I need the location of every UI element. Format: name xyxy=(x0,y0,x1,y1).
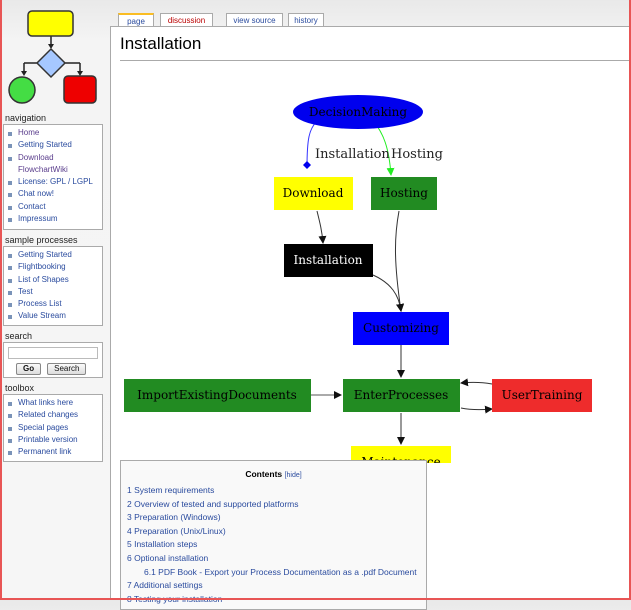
content-area: Installation Installation Hosting Decisi… xyxy=(110,26,629,610)
svg-text:Download: Download xyxy=(283,186,344,200)
toc-subitem[interactable]: 6.1 PDF Book - Export your Process Docum… xyxy=(127,566,426,580)
svg-text:Hosting: Hosting xyxy=(380,186,428,200)
table-of-contents: Contents [hide] 1 System requirements 2 … xyxy=(120,460,427,610)
toc-item[interactable]: 1 System requirements xyxy=(127,484,426,498)
toc-item[interactable]: 5 Installation steps xyxy=(127,538,426,552)
nav-getting-started-link[interactable]: Getting Started xyxy=(4,139,102,151)
node-import-existing-documents[interactable]: ImportExistingDocuments xyxy=(124,379,311,412)
logo-yellow-box xyxy=(27,10,74,37)
toc-item[interactable]: 7 Additional settings xyxy=(127,579,426,593)
toc-item[interactable]: 6 Optional installation xyxy=(127,552,426,566)
svg-text:UserTraining: UserTraining xyxy=(502,388,583,402)
sample-getting-started-link[interactable]: Getting Started xyxy=(4,249,102,261)
node-customizing[interactable]: Customizing xyxy=(353,312,449,345)
nav-download-link-cont[interactable]: FlowchartWiki xyxy=(4,164,102,176)
toolbox-what-links-here-link[interactable]: What links here xyxy=(4,397,102,409)
node-decision-making[interactable]: DecisionMaking xyxy=(293,95,423,129)
node-installation[interactable]: Installation xyxy=(284,244,373,277)
sample-process-list-link[interactable]: Process List xyxy=(4,298,102,310)
nav-home-link[interactable]: Home xyxy=(4,127,102,139)
toolbox-special-pages-link[interactable]: Special pages xyxy=(4,422,102,434)
tab-discussion[interactable]: discussion xyxy=(160,13,213,27)
tab-history[interactable]: history xyxy=(288,13,324,27)
toc-item[interactable]: 4 Preparation (Unix/Linux) xyxy=(127,525,426,539)
toolbox-related-changes-link[interactable]: Related changes xyxy=(4,409,102,421)
logo-red-box xyxy=(63,75,97,104)
edge-label-hosting: Hosting xyxy=(391,147,443,162)
logo-green-circle xyxy=(8,76,36,104)
page-title: Installation xyxy=(120,34,202,53)
sample-list-of-shapes-link[interactable]: List of Shapes xyxy=(4,274,102,286)
nav-contact-link[interactable]: Contact xyxy=(4,201,102,213)
toc-title: Contents xyxy=(245,469,283,479)
svg-text:DecisionMaking: DecisionMaking xyxy=(309,105,408,119)
navigation-portlet: navigation Home Getting Started Download… xyxy=(3,112,103,230)
nav-chat-link[interactable]: Chat now! xyxy=(4,188,102,200)
svg-text:Customizing: Customizing xyxy=(363,321,439,335)
toolbox-title: toolbox xyxy=(5,383,35,393)
process-flowchart: Installation Hosting DecisionMaking Down… xyxy=(124,95,592,463)
tab-view-source[interactable]: view source xyxy=(226,13,283,27)
title-divider xyxy=(120,60,629,61)
svg-text:ImportExistingDocuments: ImportExistingDocuments xyxy=(137,388,297,402)
sample-processes-portlet: sample processes Getting Started Flightb… xyxy=(3,234,103,326)
search-portlet: search Go Search xyxy=(3,330,103,378)
edge-label-installation: Installation xyxy=(315,147,390,162)
edge-enter-training xyxy=(460,405,493,414)
edge-download-installation xyxy=(316,210,327,244)
go-button[interactable]: Go xyxy=(16,363,42,375)
sample-test-link[interactable]: Test xyxy=(4,286,102,298)
edge-training-enter xyxy=(460,378,493,387)
logo-diamond xyxy=(35,47,67,79)
search-button[interactable]: Search xyxy=(47,363,87,375)
nav-impressum-link[interactable]: Impressum xyxy=(4,213,102,225)
toolbox-permanent-link[interactable]: Permanent link xyxy=(4,446,102,458)
toc-item[interactable]: 2 Overview of tested and supported platf… xyxy=(127,498,426,512)
node-download[interactable]: Download xyxy=(274,177,353,210)
nav-license-link[interactable]: License: GPL / LGPL xyxy=(4,176,102,188)
sample-flightbooking-link[interactable]: Flightbooking xyxy=(4,261,102,273)
toc-item[interactable]: 3 Preparation (Windows) xyxy=(127,511,426,525)
search-title: search xyxy=(5,331,33,341)
nav-download-link[interactable]: Download xyxy=(4,152,102,164)
toc-hide-link[interactable]: [hide] xyxy=(285,472,302,479)
toolbox-printable-version-link[interactable]: Printable version xyxy=(4,434,102,446)
node-enter-processes[interactable]: EnterProcesses xyxy=(343,379,460,412)
flowchartwiki-logo[interactable] xyxy=(4,6,102,104)
toolbox-portlet: toolbox What links here Related changes … xyxy=(3,382,103,462)
node-hosting[interactable]: Hosting xyxy=(371,177,437,210)
search-input[interactable] xyxy=(8,347,98,359)
sample-processes-title: sample processes xyxy=(5,235,78,245)
sample-value-stream-link[interactable]: Value Stream xyxy=(4,310,102,322)
navigation-title: navigation xyxy=(5,113,47,123)
svg-text:Installation: Installation xyxy=(293,253,362,267)
svg-text:EnterProcesses: EnterProcesses xyxy=(354,388,449,402)
node-user-training[interactable]: UserTraining xyxy=(492,379,592,412)
